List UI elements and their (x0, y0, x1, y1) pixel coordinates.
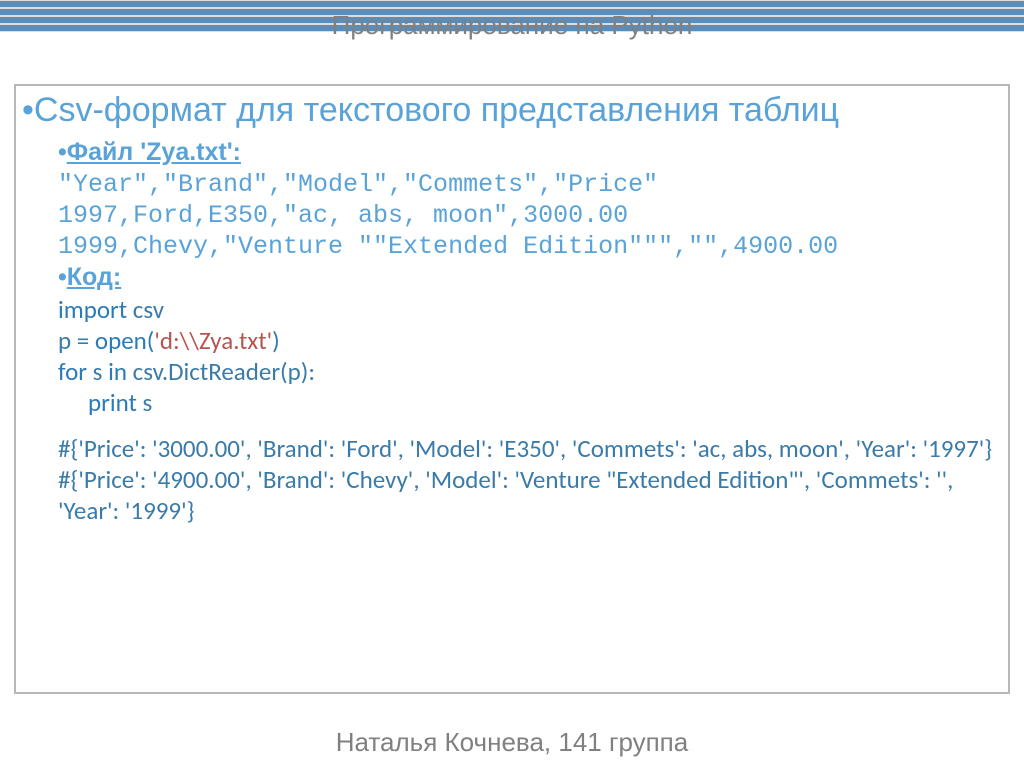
file-label-row: •Файл 'Zya.txt': (58, 137, 1002, 168)
spacer (58, 419, 1002, 433)
output-line-1: #{'Price': '3000.00', 'Brand': 'Ford', '… (58, 433, 1002, 464)
csv-line-2: 1997,Ford,E350,"ac, abs, moon",3000.00 (58, 200, 1002, 231)
kw-in: in (108, 356, 127, 387)
code-line-4: print s (58, 387, 1002, 418)
code-label-text: Код: (67, 263, 121, 291)
header-title: Программирование на Python (0, 10, 1024, 41)
footer-title: Наталья Кочнева, 141 группа (0, 727, 1024, 758)
dictreader-call: csv.DictReader(p): (127, 356, 315, 387)
kw-print: print (88, 387, 137, 418)
code-label-row: •Код: (58, 262, 1002, 293)
main-title: •Csv-формат для текстового представления… (22, 92, 1002, 129)
slide-frame: •Csv-формат для текстового представления… (14, 84, 1010, 694)
main-title-text: Csv-формат для текстового представления … (34, 91, 839, 129)
str-path: 'd:\\Zya.txt' (154, 325, 272, 356)
code-line-1: import csv (58, 294, 1002, 325)
func-open: open( (95, 325, 154, 356)
output-line-2: #{'Price': '4900.00', 'Brand': 'Chevy', … (58, 464, 1002, 527)
print-arg: s (137, 387, 152, 418)
csv-module: csv (127, 294, 164, 325)
bullet-icon: • (22, 91, 34, 129)
assign-p: p = (58, 325, 95, 356)
kw-for: for (58, 356, 87, 387)
code-line-2: p = open('d:\\Zya.txt') (58, 325, 1002, 356)
file-label: •Файл 'Zya.txt': (58, 138, 241, 166)
content-block: •Файл 'Zya.txt': "Year","Brand","Model",… (22, 137, 1002, 526)
kw-import: import (58, 294, 127, 325)
code-label: •Код: (58, 263, 121, 291)
file-label-text: Файл 'Zya.txt': (67, 138, 241, 166)
top-stripe (0, 0, 1024, 8)
csv-line-1: "Year","Brand","Model","Commets","Price" (58, 169, 1002, 200)
csv-line-3: 1999,Chevy,"Venture ""Extended Edition""… (58, 231, 1002, 262)
code-line-3: for s in csv.DictReader(p): (58, 356, 1002, 387)
close-paren: ) (272, 325, 280, 356)
var-s: s (87, 356, 108, 387)
